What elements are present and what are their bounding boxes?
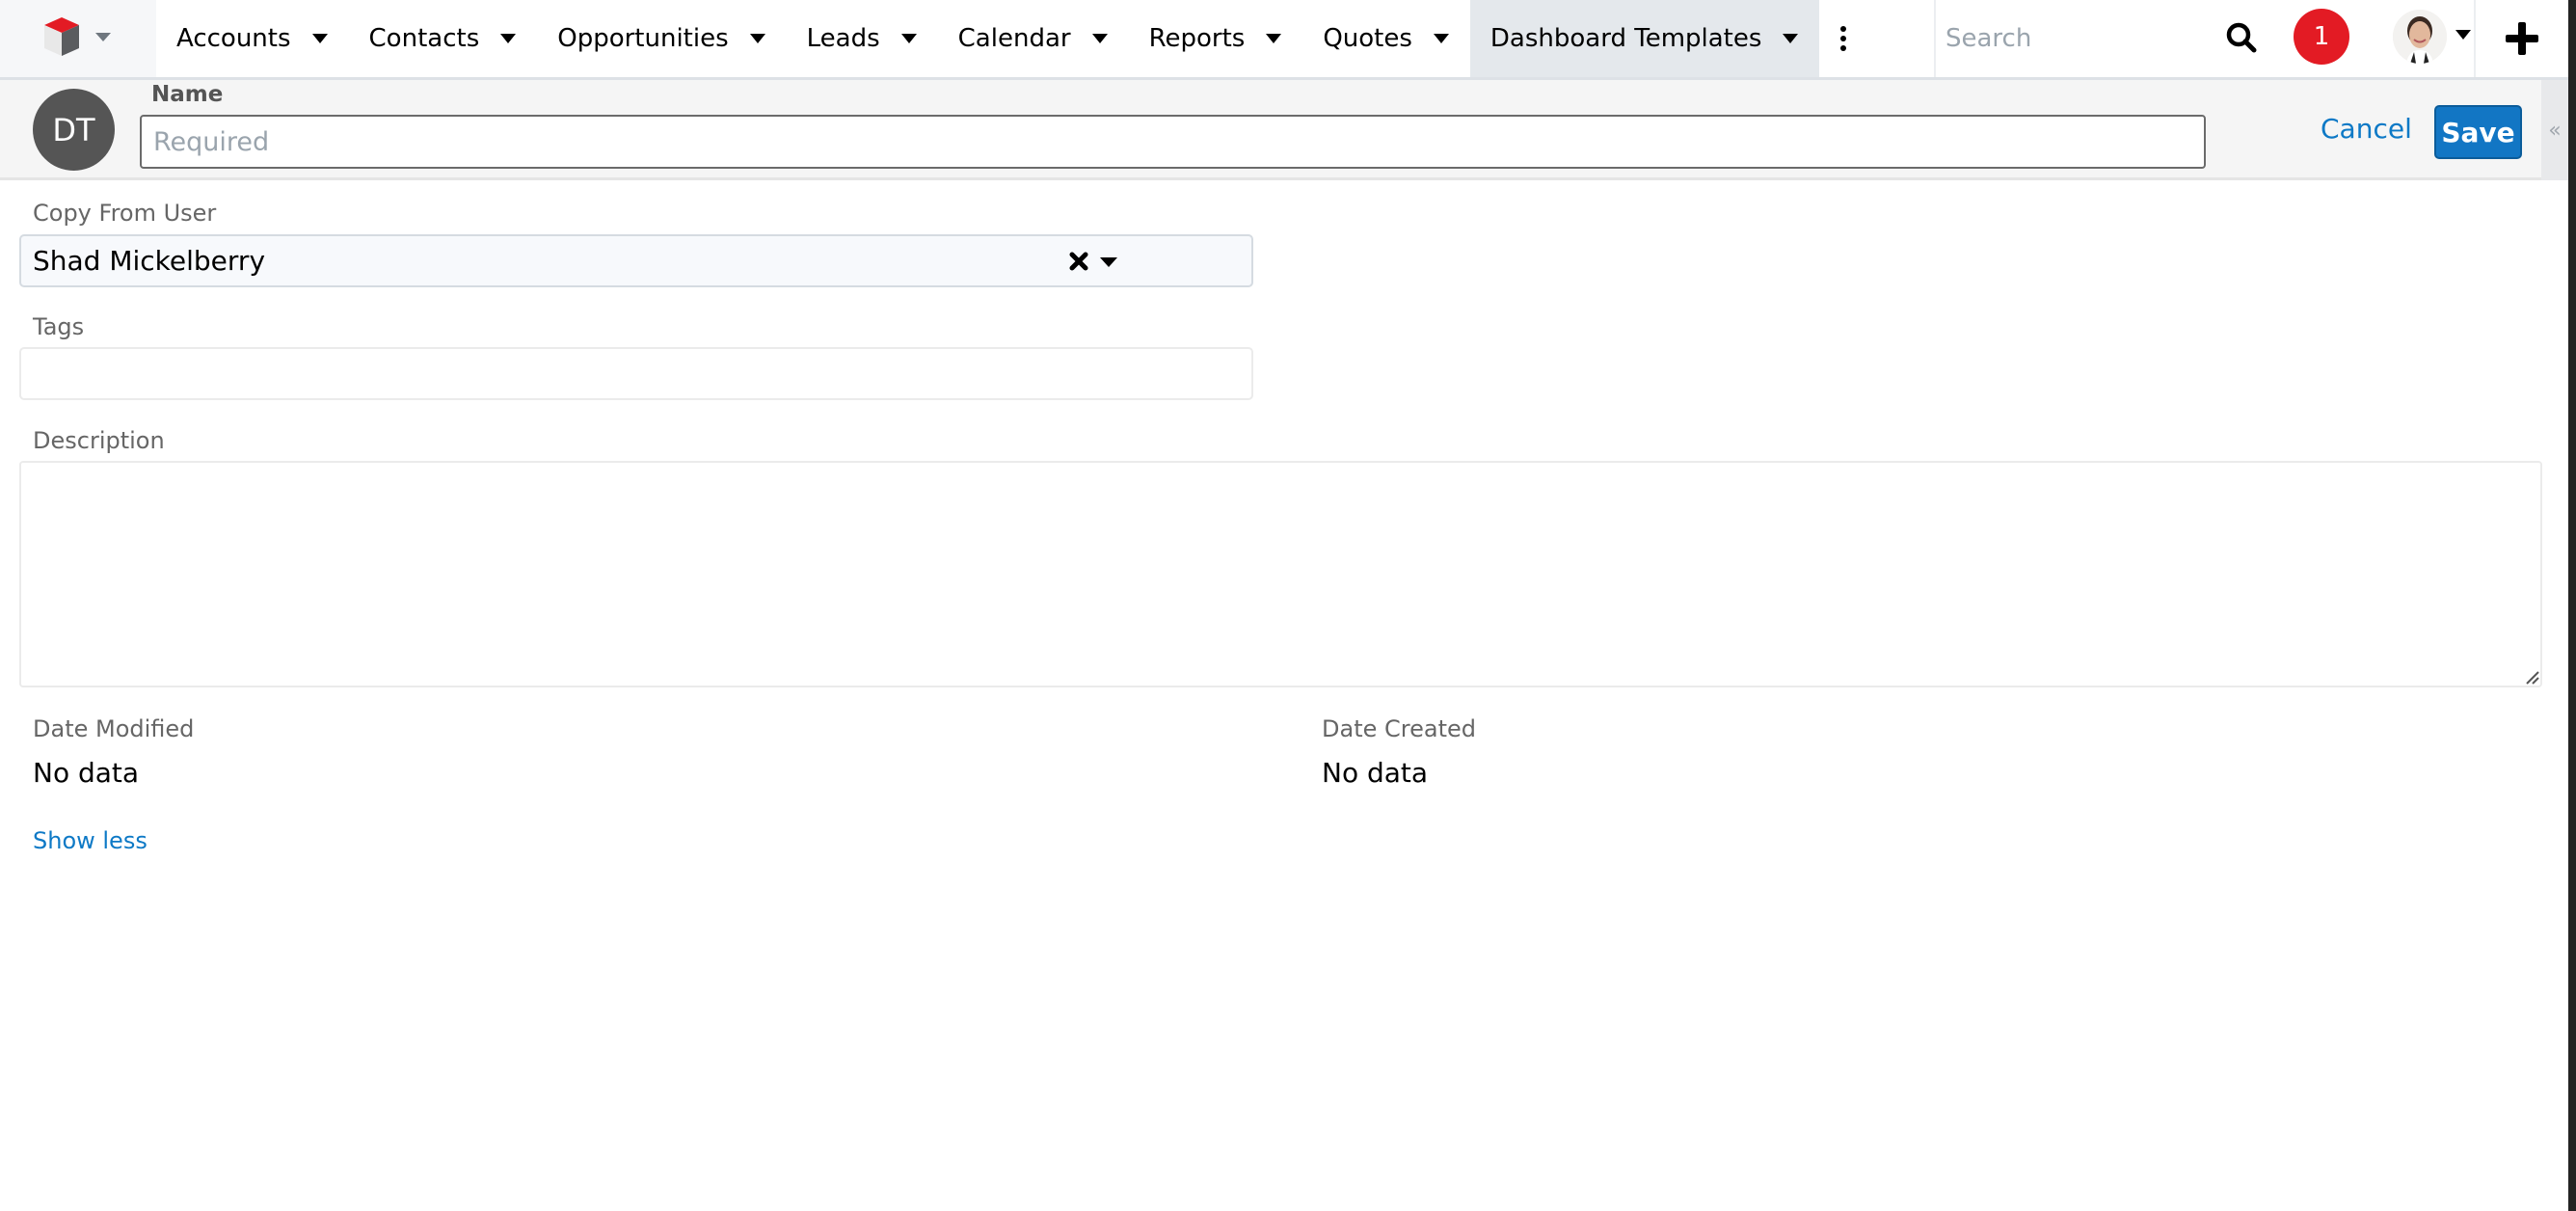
- user-menu-caret-icon[interactable]: [2455, 30, 2471, 40]
- date-created-label: Date Created: [1322, 715, 1476, 742]
- logo-cube-icon: [44, 17, 79, 56]
- search-icon[interactable]: [2225, 21, 2258, 54]
- copy-from-user-select[interactable]: Shad Mickelberry: [19, 234, 1253, 287]
- more-modules-button[interactable]: [1819, 0, 1867, 77]
- resize-handle-icon[interactable]: [2524, 669, 2539, 685]
- tab-leads[interactable]: Leads: [787, 0, 938, 77]
- tab-calendar[interactable]: Calendar: [938, 0, 1129, 77]
- avatar-initials: DT: [52, 111, 95, 148]
- date-created-value: No data: [1322, 757, 1429, 789]
- chevron-down-icon[interactable]: [1433, 34, 1449, 43]
- tab-accounts[interactable]: Accounts: [156, 0, 349, 77]
- logo-caret-icon: [95, 33, 111, 41]
- chevron-down-icon[interactable]: [500, 34, 517, 43]
- chevron-down-icon[interactable]: [1266, 34, 1282, 43]
- module-avatar: DT: [33, 89, 115, 171]
- more-dot-icon: [1840, 45, 1847, 51]
- tab-label: Quotes: [1323, 24, 1412, 53]
- name-field[interactable]: [140, 115, 2206, 169]
- module-tabs: Accounts Contacts Opportunities Leads Ca…: [156, 0, 1867, 77]
- window-edge: [2568, 0, 2576, 1211]
- tab-label: Opportunities: [557, 24, 729, 53]
- tab-dashboard-templates[interactable]: Dashboard Templates: [1469, 0, 1820, 77]
- chevron-down-icon[interactable]: [1091, 34, 1108, 43]
- double-chevron-left-icon: «: [2548, 118, 2562, 143]
- tab-label: Leads: [806, 24, 880, 53]
- logo-menu-button[interactable]: [0, 0, 156, 77]
- date-modified-value: No data: [33, 757, 140, 789]
- more-dot-icon: [1840, 36, 1847, 41]
- global-search: 1: [1934, 0, 2474, 77]
- tab-opportunities[interactable]: Opportunities: [537, 0, 786, 77]
- tab-label: Contacts: [368, 24, 480, 53]
- tab-quotes[interactable]: Quotes: [1302, 0, 1470, 77]
- tags-input[interactable]: [19, 347, 1253, 400]
- plus-icon: [2506, 22, 2538, 55]
- tab-reports[interactable]: Reports: [1129, 0, 1303, 77]
- date-modified-label: Date Modified: [33, 715, 195, 742]
- top-navigation-bar: Accounts Contacts Opportunities Leads Ca…: [0, 0, 2568, 80]
- tags-label: Tags: [33, 313, 85, 340]
- user-avatar[interactable]: [2393, 10, 2447, 64]
- description-label: Description: [33, 427, 165, 454]
- notifications-badge[interactable]: 1: [2294, 9, 2349, 65]
- chevron-down-icon[interactable]: [1783, 34, 1799, 43]
- tab-label: Accounts: [176, 24, 291, 53]
- chevron-down-icon[interactable]: [749, 34, 765, 43]
- copy-from-user-label: Copy From User: [33, 200, 217, 227]
- selected-user: Shad Mickelberry: [33, 245, 266, 277]
- show-less-link[interactable]: Show less: [33, 827, 148, 854]
- notification-count: 1: [2313, 22, 2330, 51]
- tab-contacts[interactable]: Contacts: [349, 0, 538, 77]
- name-label: Name: [151, 82, 224, 107]
- clear-icon[interactable]: [1065, 248, 1092, 275]
- sidebar-toggle-button[interactable]: «: [2541, 80, 2568, 180]
- quick-create-button[interactable]: [2474, 0, 2568, 77]
- tab-label: Reports: [1148, 24, 1246, 53]
- chevron-down-icon[interactable]: [900, 34, 917, 43]
- chevron-down-icon[interactable]: [311, 34, 328, 43]
- save-button[interactable]: Save: [2434, 105, 2522, 159]
- search-input[interactable]: [1945, 13, 2196, 64]
- record-header: DT Name Cancel Save: [0, 80, 2541, 180]
- chevron-down-icon[interactable]: [1100, 257, 1117, 267]
- cancel-button[interactable]: Cancel: [2321, 113, 2412, 145]
- tab-label: Dashboard Templates: [1489, 24, 1762, 53]
- more-dot-icon: [1840, 26, 1847, 32]
- tab-label: Calendar: [957, 24, 1071, 53]
- description-textarea[interactable]: [19, 461, 2542, 687]
- user-photo-icon: [2393, 10, 2447, 64]
